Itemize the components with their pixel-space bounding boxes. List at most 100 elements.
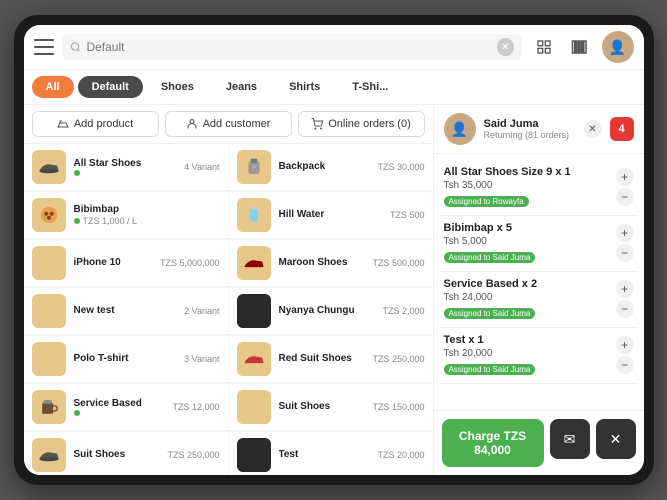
product-status — [74, 170, 177, 176]
product-name: Suit Shoes — [279, 401, 365, 412]
active-dot — [74, 410, 80, 416]
product-thumbnail — [237, 246, 271, 280]
add-product-label: Add product — [74, 118, 133, 130]
cart-icon — [311, 118, 323, 130]
product-name: Maroon Shoes — [279, 257, 365, 268]
product-info: Polo T-shirt — [74, 353, 177, 365]
product-info: Suit Shoes — [74, 449, 160, 461]
cart-item-price: Tsh 35,000 — [444, 180, 571, 191]
tab-jeans[interactable]: Jeans — [212, 76, 271, 98]
product-name: Hill Water — [279, 209, 382, 220]
cart-item: All Star Shoes Size 9 x 1 Tsh 35,000 Ass… — [440, 160, 638, 216]
clear-search-button[interactable]: ✕ — [497, 38, 513, 56]
shoe-icon — [57, 118, 69, 130]
close-customer-button[interactable]: ✕ — [584, 120, 602, 138]
qty-decrease-button[interactable]: − — [616, 188, 634, 206]
product-item[interactable]: Service Based TZS 12,000 — [24, 384, 228, 431]
product-item[interactable]: Red Suit Shoes TZS 250,000 — [229, 336, 433, 383]
cart-item-name: Test x 1 — [444, 334, 536, 346]
product-item[interactable]: Bibimbap TZS 1,000 / L — [24, 192, 228, 239]
qty-increase-button[interactable]: + — [616, 336, 634, 354]
product-item[interactable]: New test 2 Variant — [24, 288, 228, 335]
product-price: TZS 250,000 — [167, 450, 219, 460]
product-info: Bibimbap TZS 1,000 / L — [74, 204, 212, 226]
product-info: Nyanya Chungu — [279, 305, 375, 317]
tab-all[interactable]: All — [32, 76, 74, 98]
left-panel: Add product Add customer Online ord — [24, 105, 434, 475]
product-name: Service Based — [74, 398, 165, 409]
product-item[interactable]: Nyanya Chungu TZS 2,000 — [229, 288, 433, 335]
cart-badge: 4 — [610, 117, 634, 141]
product-name: New test — [74, 305, 177, 316]
cart-item: Service Based x 2 Tsh 24,000 Assigned to… — [440, 272, 638, 328]
category-tabs: All Default Shoes Jeans Shirts T-Shi... — [24, 70, 644, 105]
product-name: Backpack — [279, 161, 370, 172]
search-input[interactable] — [86, 40, 491, 54]
product-item[interactable]: Polo T-shirt 3 Variant — [24, 336, 228, 383]
product-item[interactable]: Hill Water TZS 500 — [229, 192, 433, 239]
product-item[interactable]: Suit Shoes TZS 250,000 — [24, 432, 228, 475]
cart-items: All Star Shoes Size 9 x 1 Tsh 35,000 Ass… — [434, 154, 644, 410]
product-thumbnail — [237, 198, 271, 232]
add-product-button[interactable]: Add product — [32, 111, 159, 137]
cart-item-name: All Star Shoes Size 9 x 1 — [444, 166, 571, 178]
tab-tshirts[interactable]: T-Shi... — [338, 76, 402, 98]
product-price: TZS 12,000 — [172, 402, 219, 412]
qty-increase-button[interactable]: + — [616, 168, 634, 186]
product-name: All Star Shoes — [74, 158, 177, 169]
right-panel: 👤 Said Juma Returning (81 orders) ✕ 4 Al… — [434, 105, 644, 475]
charge-button[interactable]: Charge TZS 84,000 — [442, 419, 544, 467]
product-name: Suit Shoes — [74, 449, 160, 460]
cart-item-price: Tsh 20,000 — [444, 348, 536, 359]
hamburger-icon[interactable] — [34, 37, 54, 57]
product-thumbnail — [32, 438, 66, 472]
action-buttons: Add product Add customer Online ord — [24, 105, 433, 144]
product-item[interactable]: Suit Shoes TZS 150,000 — [229, 384, 433, 431]
customer-info: Said Juma Returning (81 orders) — [484, 118, 576, 140]
user-avatar[interactable]: 👤 — [602, 31, 634, 63]
customer-name: Said Juma — [484, 118, 576, 130]
cart-item: Bibimbap x 5 Tsh 5,000 Assigned to Said … — [440, 216, 638, 272]
product-price: TZS 5,000,000 — [160, 258, 220, 268]
email-button[interactable]: ✉ — [550, 419, 590, 459]
tab-shoes[interactable]: Shoes — [147, 76, 208, 98]
product-name: Nyanya Chungu — [279, 305, 375, 316]
qty-increase-button[interactable]: + — [616, 224, 634, 242]
online-orders-label: Online orders (0) — [328, 118, 411, 130]
customer-subtitle: Returning (81 orders) — [484, 130, 576, 140]
tablet-frame: ✕ 👤 — [14, 15, 654, 485]
product-info: All Star Shoes — [74, 158, 177, 176]
qty-decrease-button[interactable]: − — [616, 300, 634, 318]
product-info: Suit Shoes — [279, 401, 365, 413]
product-info: Hill Water — [279, 209, 382, 221]
tab-shirts[interactable]: Shirts — [275, 76, 334, 98]
product-item[interactable]: Maroon Shoes TZS 500,000 — [229, 240, 433, 287]
product-item[interactable]: Test TZS 20,000 — [229, 432, 433, 475]
cart-item-price: Tsh 24,000 — [444, 292, 538, 303]
product-name: Test — [279, 449, 370, 460]
qty-decrease-button[interactable]: − — [616, 244, 634, 262]
product-price: TZS 150,000 — [372, 402, 424, 412]
tab-default[interactable]: Default — [78, 76, 143, 98]
email-icon: ✉ — [564, 431, 576, 448]
product-thumbnail — [32, 198, 66, 232]
cart-item-price: Tsh 5,000 — [444, 236, 536, 247]
search-bar: ✕ — [62, 34, 522, 60]
grid-view-icon[interactable] — [530, 33, 558, 61]
product-item[interactable]: iPhone 10 TZS 5,000,000 — [24, 240, 228, 287]
header: ✕ 👤 — [24, 25, 644, 70]
cancel-order-button[interactable]: ✕ — [596, 419, 636, 459]
bottom-actions: Charge TZS 84,000 ✉ ✕ — [434, 410, 644, 475]
barcode-icon[interactable] — [566, 33, 594, 61]
product-price: TZS 500,000 — [372, 258, 424, 268]
customer-avatar: 👤 — [444, 113, 476, 145]
qty-decrease-button[interactable]: − — [616, 356, 634, 374]
product-item[interactable]: All Star Shoes 4 Variant — [24, 144, 228, 191]
qty-increase-button[interactable]: + — [616, 280, 634, 298]
product-price: TZS 30,000 — [377, 162, 424, 172]
add-customer-button[interactable]: Add customer — [165, 111, 292, 137]
product-item[interactable]: Backpack TZS 30,000 — [229, 144, 433, 191]
online-orders-button[interactable]: Online orders (0) — [298, 111, 425, 137]
product-info: Test — [279, 449, 370, 461]
product-price: 2 Variant — [184, 306, 219, 316]
